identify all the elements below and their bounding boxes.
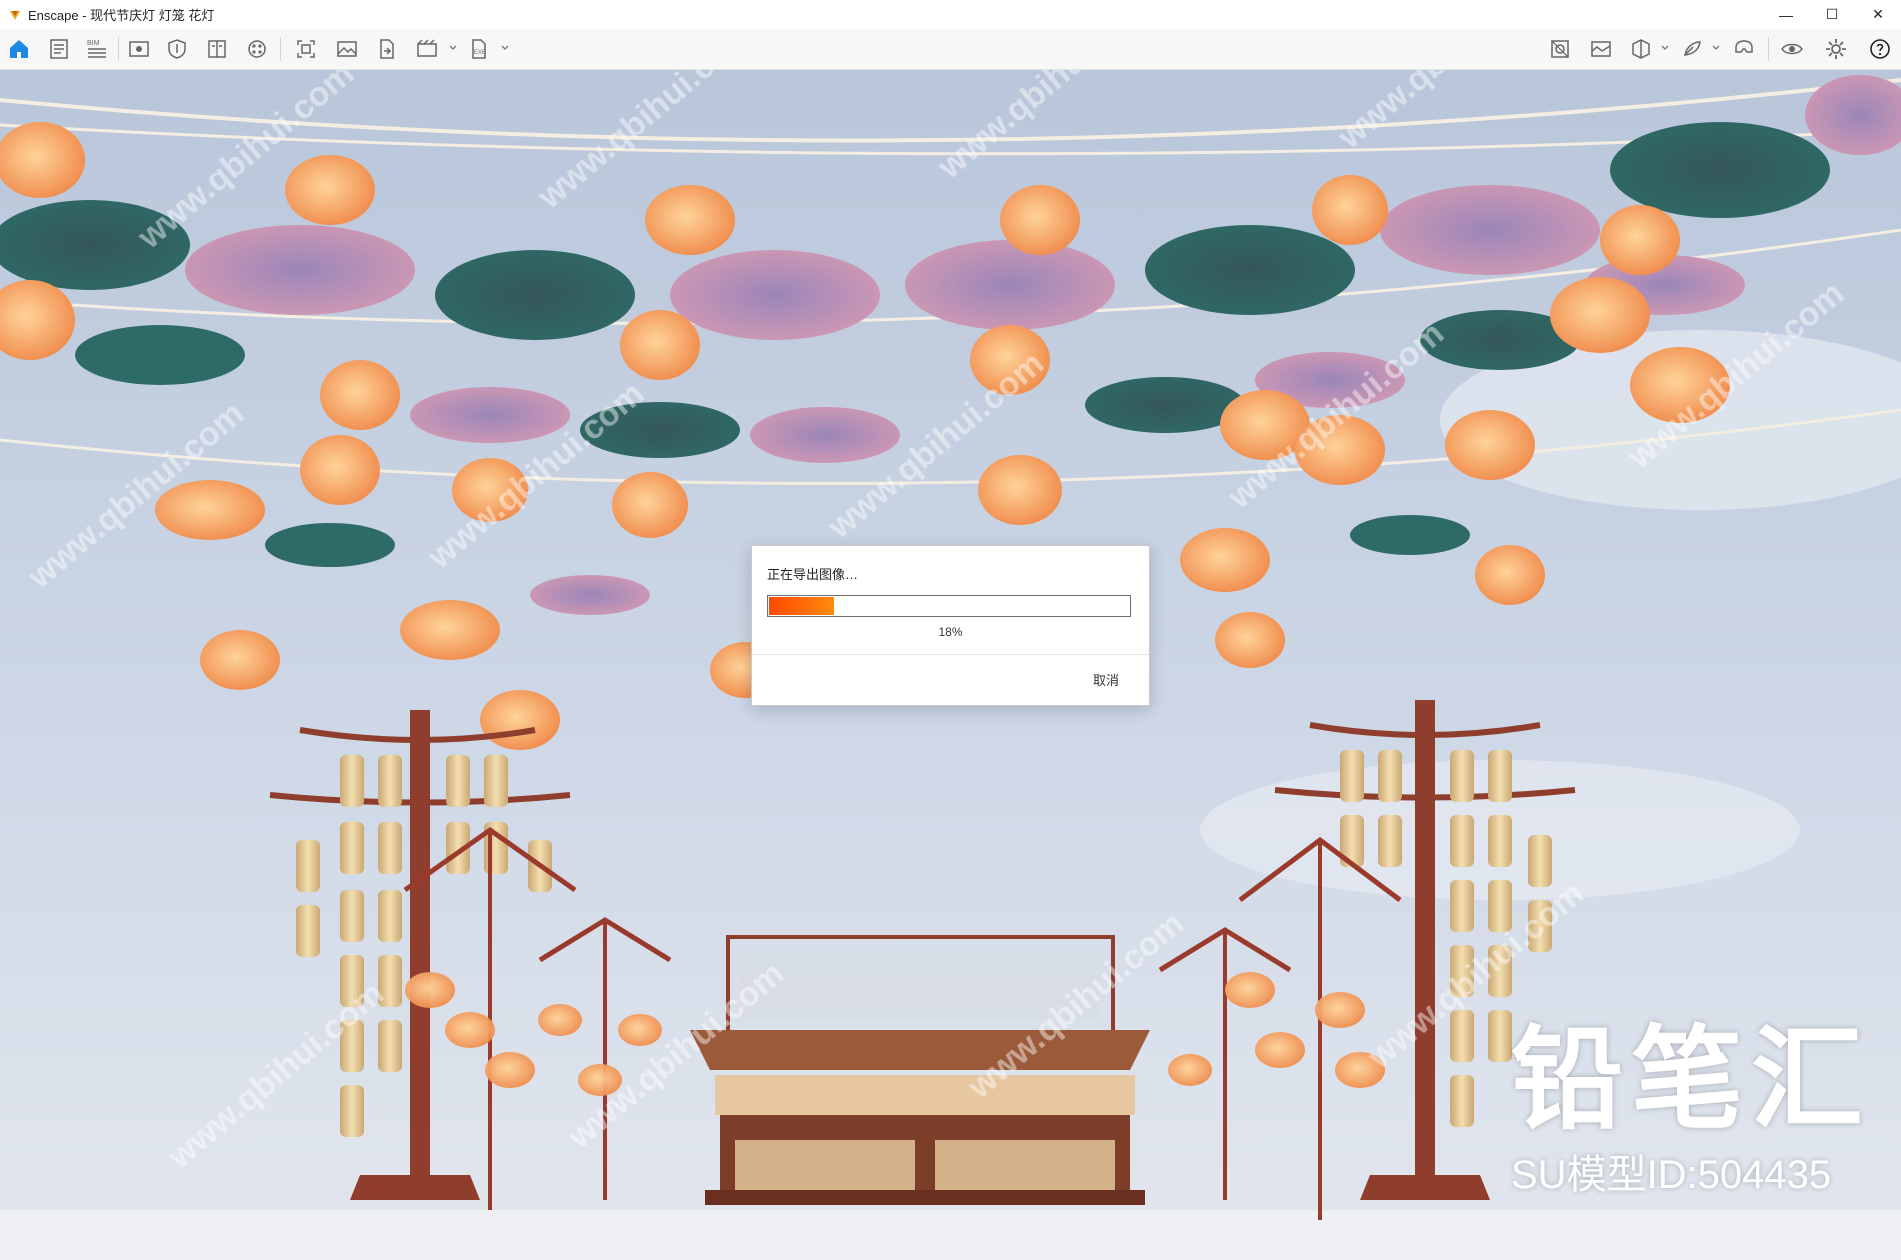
dialog-divider	[752, 654, 1149, 655]
material-icon[interactable]	[1587, 35, 1615, 63]
palette-icon[interactable]	[243, 35, 271, 63]
bim-label: BIM	[87, 40, 100, 47]
cancel-button[interactable]: 取消	[1093, 670, 1119, 689]
book-icon[interactable]	[203, 35, 231, 63]
separator	[118, 37, 119, 61]
export-progress-dialog: 正在导出图像… 18% 取消	[751, 545, 1150, 706]
enscape-logo-icon	[10, 10, 20, 20]
chevron-down-icon[interactable]	[500, 43, 510, 53]
watermark-logo: 铅笔汇	[1511, 1017, 1871, 1142]
help-icon[interactable]	[1866, 35, 1894, 63]
toolbar: BIM EXE	[0, 29, 1901, 96]
corner-watermark: 铅笔汇 SU模型ID:504435	[1511, 1024, 1871, 1200]
window-title: Enscape - 现代节庆灯 灯笼 花灯	[28, 8, 215, 23]
progress-bar	[767, 595, 1131, 617]
capture-icon[interactable]	[292, 35, 320, 63]
video-icon[interactable]	[413, 35, 441, 63]
image-icon[interactable]	[333, 35, 361, 63]
bim-icon[interactable]: BIM	[83, 35, 111, 63]
shield-icon[interactable]	[163, 35, 191, 63]
watermark-model-id: SU模型ID:504435	[1511, 1153, 1832, 1197]
dialog-title: 正在导出图像…	[767, 567, 859, 582]
document-icon[interactable]	[45, 35, 73, 63]
chevron-down-icon[interactable]	[448, 43, 458, 53]
gear-icon[interactable]	[1822, 35, 1850, 63]
chevron-down-icon[interactable]	[1711, 43, 1721, 53]
maximize-button[interactable]: ☐	[1809, 0, 1855, 29]
exe-export-icon[interactable]: EXE	[465, 35, 493, 63]
eye-view-icon[interactable]	[125, 35, 153, 63]
separator	[1768, 37, 1769, 61]
settings-visual-icon[interactable]	[1678, 35, 1706, 63]
separator	[280, 37, 281, 61]
views-icon[interactable]	[1627, 35, 1655, 63]
file-export-icon[interactable]	[373, 35, 401, 63]
close-button[interactable]: ✕	[1855, 0, 1901, 29]
title-bar: Enscape - 现代节庆灯 灯笼 花灯 — ☐ ✕	[0, 0, 1901, 29]
asset-library-icon[interactable]	[1546, 35, 1574, 63]
chevron-down-icon[interactable]	[1660, 43, 1670, 53]
exe-label: EXE	[474, 50, 486, 56]
minimize-button[interactable]: —	[1763, 0, 1809, 29]
vr-icon[interactable]	[1730, 35, 1758, 63]
home-icon[interactable]	[5, 35, 33, 63]
progress-percent: 18%	[938, 625, 963, 639]
progress-fill	[769, 597, 834, 615]
visibility-icon[interactable]	[1778, 35, 1806, 63]
